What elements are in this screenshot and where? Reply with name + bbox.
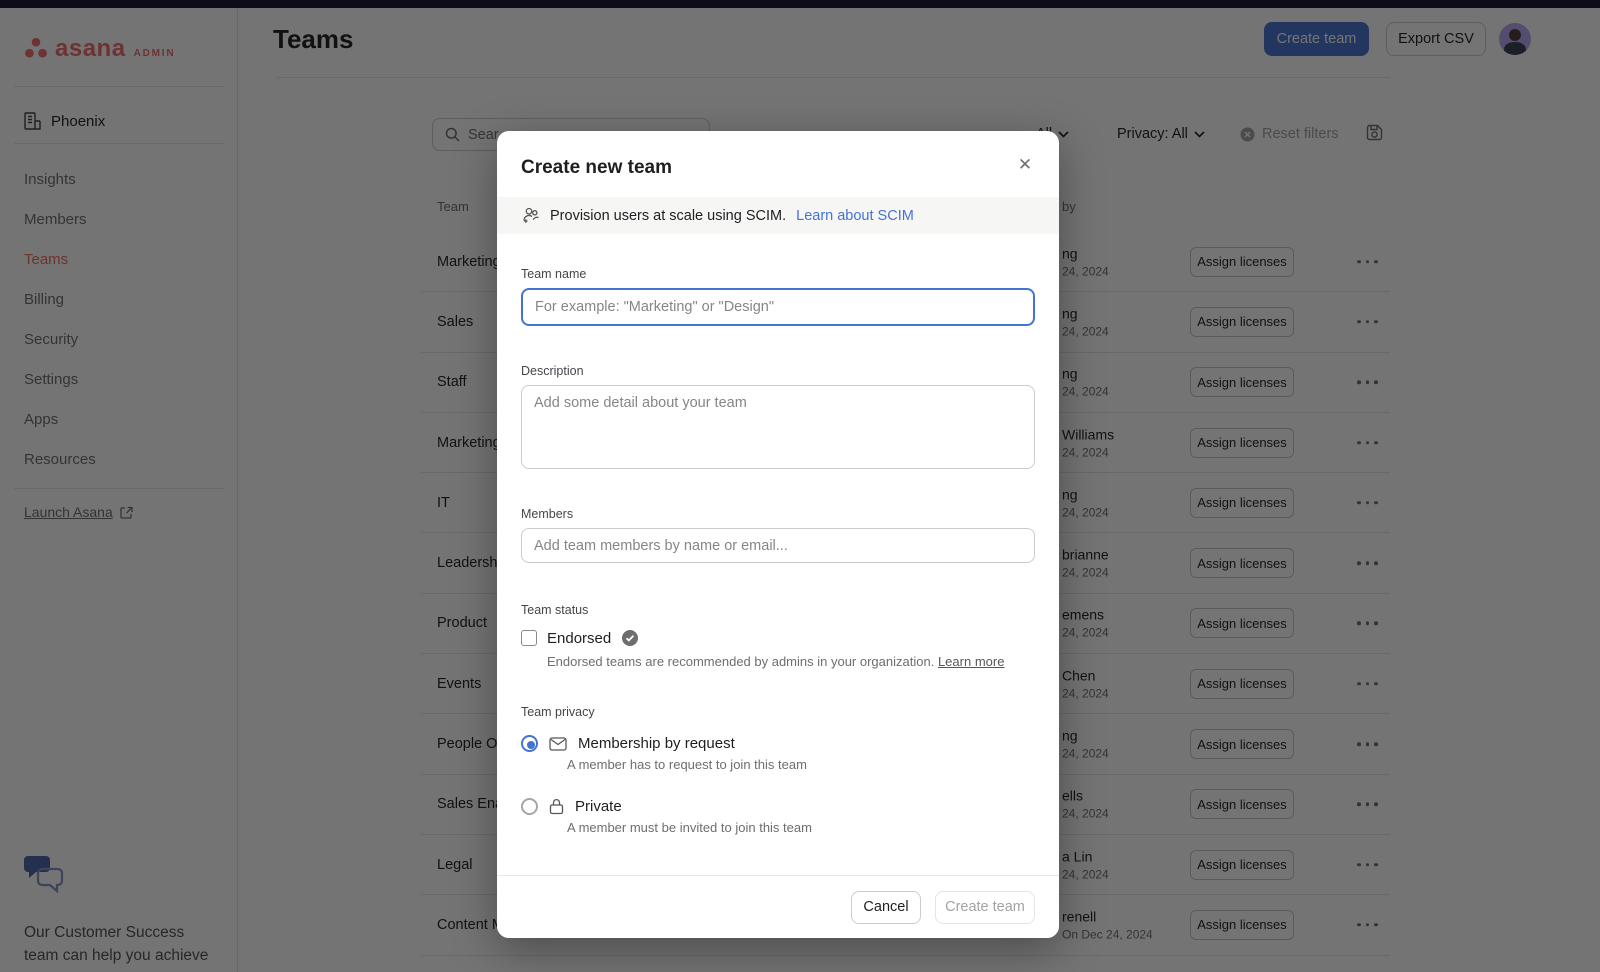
description-label: Description (521, 364, 584, 378)
verified-badge-icon (621, 629, 639, 647)
endorsed-label: Endorsed (547, 629, 612, 647)
app-window: asana ADMIN Phoenix Insights Members (0, 0, 1600, 972)
scim-learn-link[interactable]: Learn about SCIM (796, 208, 914, 224)
modal-title: Create new team (521, 157, 673, 178)
endorsed-learn-more-link[interactable]: Learn more (938, 654, 1004, 669)
privacy-option-private: Private (521, 798, 1035, 815)
team-privacy-label: Team privacy (521, 705, 595, 719)
private-radio[interactable] (521, 798, 538, 815)
close-icon[interactable]: ✕ (1011, 151, 1039, 179)
lock-icon (549, 798, 564, 815)
cancel-button[interactable]: Cancel (851, 890, 921, 924)
create-team-submit-button[interactable]: Create team (935, 890, 1035, 924)
scim-banner: Provision users at scale using SCIM. Lea… (497, 197, 1059, 234)
scim-users-icon (521, 207, 540, 224)
membership-option-label: Membership by request (578, 735, 735, 752)
modal-footer: Cancel Create team (497, 875, 1059, 938)
team-status-label: Team status (521, 603, 589, 617)
private-option-helper: A member must be invited to join this te… (567, 820, 812, 835)
team-name-input[interactable] (521, 288, 1035, 326)
envelope-icon (549, 736, 567, 751)
endorsed-row: Endorsed (521, 629, 1035, 647)
members-label: Members (521, 507, 574, 521)
members-input[interactable] (521, 528, 1035, 563)
endorsed-helper-text: Endorsed teams are recommended by admins… (547, 654, 935, 669)
membership-radio[interactable] (521, 735, 538, 752)
private-option-label: Private (575, 798, 622, 815)
description-textarea[interactable] (521, 385, 1035, 469)
endorsed-checkbox[interactable] (521, 630, 537, 646)
create-new-team-modal: Create new team ✕ Provision users at sca… (497, 131, 1059, 938)
privacy-option-membership: Membership by request (521, 735, 1035, 752)
scim-banner-text: Provision users at scale using SCIM. (550, 207, 787, 224)
modal-body: Team name Description Members Team statu… (497, 267, 1059, 835)
membership-option-helper: A member has to request to join this tea… (567, 757, 807, 772)
team-name-label: Team name (521, 267, 587, 281)
endorsed-helper: Endorsed teams are recommended by admins… (547, 654, 1035, 669)
